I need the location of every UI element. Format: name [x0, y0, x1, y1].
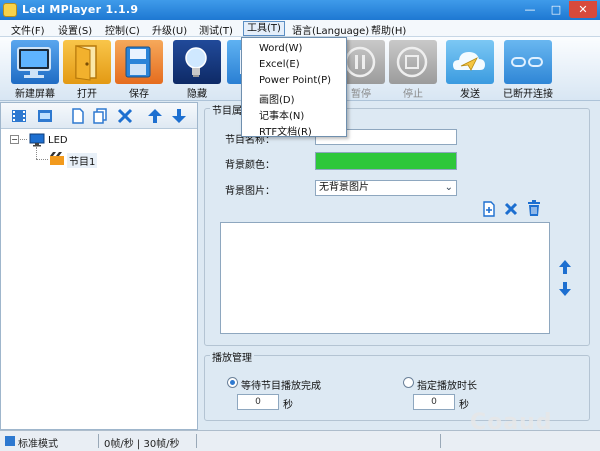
menu-language[interactable]: 语言(Language) — [292, 22, 369, 37]
watermark: Coaud — [470, 410, 553, 435]
cloud-send-icon — [453, 52, 485, 71]
background-color-label: 背景颜色： — [225, 160, 275, 171]
tools-menu-excel[interactable]: Excel(E) — [259, 59, 300, 70]
background-image-select[interactable]: 无背景图片 ⌄ — [315, 180, 457, 196]
menu-control[interactable]: 控制(C) — [105, 22, 140, 37]
send-label: 发送 — [460, 89, 480, 100]
disconnected-label: 已断开连接 — [503, 89, 553, 100]
tree-collapse-toggle[interactable]: − — [10, 135, 19, 144]
background-image-label: 背景图片： — [225, 186, 275, 197]
stop-button[interactable]: 停止 — [388, 40, 438, 100]
menu-upgrade[interactable]: 升级(U) — [152, 22, 187, 37]
background-color-picker[interactable] — [315, 152, 457, 170]
add-item-icon[interactable] — [481, 201, 497, 217]
tree-node-program1[interactable]: 节目1 — [67, 153, 98, 168]
tools-menu-powerpoint[interactable]: Power Point(P) — [259, 75, 331, 86]
title-bar: Led MPlayer 1.1.9 — □ ✕ — [0, 0, 600, 20]
lightbulb-icon — [185, 47, 207, 77]
monitor-icon — [17, 47, 51, 78]
tree-node-led[interactable]: LED — [48, 135, 68, 146]
playback-management-title: 播放管理 — [210, 349, 254, 364]
copy-icon[interactable] — [91, 107, 109, 125]
menu-settings[interactable]: 设置(S) — [58, 22, 92, 37]
film-strip-icon[interactable] — [10, 107, 28, 125]
disconnected-link-icon — [511, 57, 543, 67]
status-icon — [5, 436, 15, 446]
save-icon — [125, 46, 151, 78]
open-door-icon — [75, 45, 97, 81]
close-button[interactable]: ✕ — [569, 1, 597, 18]
trash-icon[interactable] — [526, 200, 542, 217]
status-mode: 标准模式 — [18, 439, 58, 450]
minimize-button[interactable]: — — [517, 1, 543, 18]
properties-area: 节目属性 节目名称： 背景颜色： 背景图片： 无背景图片 ⌄ 播放管理 等待节目… — [200, 102, 600, 430]
stop-icon — [396, 46, 428, 78]
save-button[interactable]: 保存 — [114, 40, 164, 100]
chevron-down-icon: ⌄ — [444, 182, 453, 193]
move-down-icon[interactable] — [170, 107, 188, 125]
tools-menu-paint[interactable]: 画图(D) — [259, 91, 295, 106]
list-move-down-icon[interactable] — [558, 281, 572, 297]
program-tree-panel: − LED 节目1 — [0, 102, 198, 430]
tools-menu-word[interactable]: Word(W) — [259, 43, 302, 54]
add-area-icon[interactable] — [36, 107, 54, 125]
delete-icon[interactable] — [116, 107, 134, 125]
menu-help[interactable]: 帮助(H) — [371, 22, 406, 37]
new-screen-button[interactable]: 新建屏幕 — [10, 40, 60, 100]
background-image-value: 无背景图片 — [319, 182, 369, 193]
screen-node-icon — [29, 133, 45, 147]
program-node-icon — [50, 152, 64, 165]
move-up-icon[interactable] — [146, 107, 164, 125]
status-frame-rate: 0帧/秒 | 30帧/秒 — [104, 439, 180, 450]
tools-dropdown-menu: Word(W) Excel(E) Power Point(P) 画图(D) 记事… — [241, 37, 347, 138]
maximize-button[interactable]: □ — [543, 1, 569, 18]
list-move-up-icon[interactable] — [558, 259, 572, 275]
menu-test[interactable]: 测试(T) — [199, 22, 233, 37]
menu-bar: 文件(F) 设置(S) 控制(C) 升级(U) 测试(T) 工具(T) 语言(L… — [0, 20, 600, 37]
hide-button[interactable]: 隐藏 — [172, 40, 222, 100]
remove-item-icon[interactable] — [503, 201, 519, 217]
wait-complete-radio[interactable] — [227, 377, 238, 388]
tree-toolbar — [1, 103, 197, 129]
app-logo-icon — [3, 3, 17, 17]
background-image-list[interactable] — [220, 222, 550, 334]
open-button[interactable]: 打开 — [62, 40, 112, 100]
specified-duration-label: 指定播放时长 — [417, 381, 477, 392]
program-properties-group: 节目属性 节目名称： 背景颜色： 背景图片： 无背景图片 ⌄ — [204, 102, 590, 346]
disconnected-button[interactable]: 已断开连接 — [503, 40, 553, 100]
wait-complete-label: 等待节目播放完成 — [241, 381, 321, 392]
tools-menu-rtf[interactable]: RTF文档(R) — [259, 123, 312, 138]
window-title: Led MPlayer 1.1.9 — [22, 3, 139, 16]
send-button[interactable]: 发送 — [445, 40, 495, 100]
save-label: 保存 — [129, 89, 149, 100]
wait-complete-unit: 秒 — [283, 400, 293, 411]
specified-duration-unit: 秒 — [459, 400, 469, 411]
menu-file[interactable]: 文件(F) — [11, 22, 45, 37]
tools-menu-notepad[interactable]: 记事本(N) — [259, 107, 304, 122]
specified-duration-radio[interactable] — [403, 377, 414, 388]
specified-duration-seconds-input[interactable]: 0 — [413, 394, 455, 410]
new-file-icon[interactable] — [69, 107, 87, 125]
wait-complete-seconds-input[interactable]: 0 — [237, 394, 279, 410]
menu-tools[interactable]: 工具(T) — [243, 21, 285, 36]
